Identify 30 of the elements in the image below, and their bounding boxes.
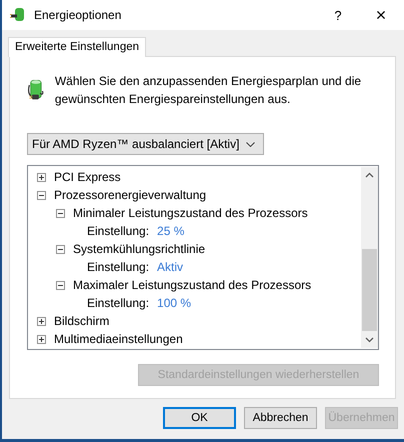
- setting-label: Einstellung:: [87, 296, 150, 310]
- expand-icon[interactable]: [37, 172, 46, 182]
- dialog-button[interactable]: Abbrechen: [244, 407, 317, 429]
- setting-value[interactable]: 25 %: [157, 224, 184, 238]
- help-button[interactable]: ?: [318, 8, 358, 22]
- expand-icon[interactable]: [37, 334, 46, 344]
- tree-item[interactable]: Systemkühlungsrichtlinie: [73, 242, 206, 256]
- tree-item[interactable]: Maximaler Leistungszustand des Prozessors: [73, 278, 312, 292]
- tab[interactable]: Erweiterte Einstellungen: [8, 37, 146, 57]
- scrollbar[interactable]: [361, 167, 378, 348]
- tree-item[interactable]: Bildschirm: [54, 314, 110, 328]
- chevron-down-icon: [246, 142, 255, 146]
- tree-item[interactable]: Minimaler Leistungszustand des Prozessors: [73, 206, 308, 220]
- description-text: Wählen Sie den anzupassenden Energiesparplan und die gewünschten Energiespareinstellungen aus.: [54, 73, 362, 108]
- dialog-button[interactable]: OK: [163, 407, 236, 429]
- plan-dropdown[interactable]: Für AMD Ryzen™ ausbalanciert [Aktiv]: [27, 133, 264, 155]
- tree-item[interactable]: PCI Express: [54, 170, 121, 184]
- collapse-icon[interactable]: [56, 280, 65, 290]
- collapse-icon[interactable]: [37, 190, 46, 200]
- tree-item[interactable]: Multimediaeinstellungen: [54, 332, 183, 346]
- expand-icon[interactable]: [37, 316, 46, 326]
- collapse-icon[interactable]: [56, 244, 65, 254]
- setting-label: Einstellung:: [87, 260, 150, 274]
- setting-label: Einstellung:: [87, 224, 150, 238]
- setting-value[interactable]: Aktiv: [157, 260, 184, 274]
- setting-value[interactable]: 100 %: [157, 296, 192, 310]
- window-title: Energieoptionen: [34, 8, 122, 22]
- tree-item[interactable]: Prozessorenergieverwaltung: [54, 188, 206, 202]
- close-button[interactable]: ×: [358, 4, 404, 26]
- collapse-icon[interactable]: [56, 208, 65, 218]
